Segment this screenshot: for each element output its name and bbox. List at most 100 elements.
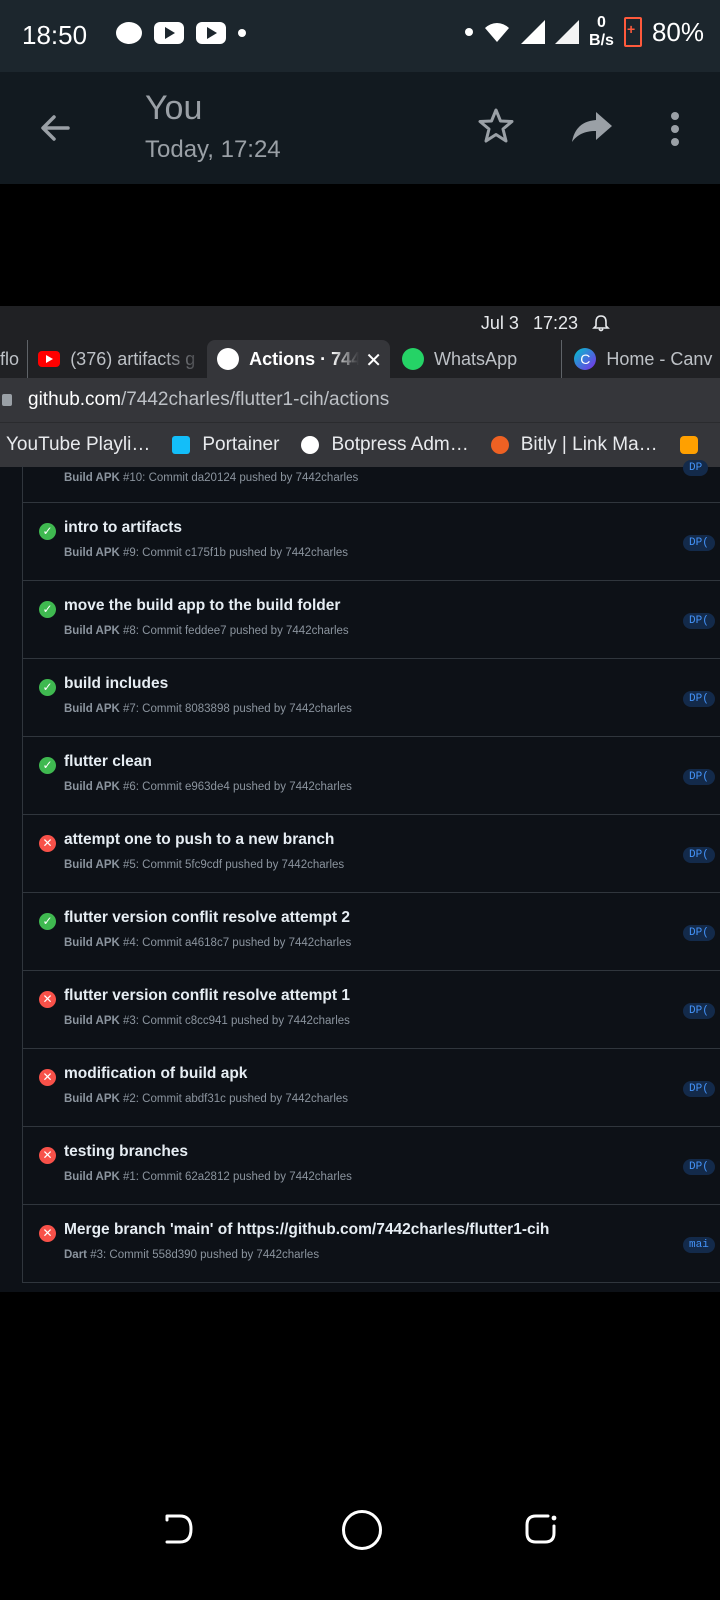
run-title[interactable]: testing branches [64,1143,188,1161]
status-bar: 18:50 0 B/s 80% [0,0,720,72]
run-meta-text: #10: Commit da20124 pushed by 7442charle… [119,472,359,484]
workflow-run-row[interactable]: ✓ flutter clean Build APK #6: Commit e963d… [23,737,720,815]
run-title[interactable]: intro to artifacts [64,519,182,537]
run-meta: Build APK #1: Commit 62a2812 pushed by 7… [64,1171,352,1183]
workflow-run-row[interactable]: ✓ move the build app to the build folder B… [23,581,720,659]
branch-badge[interactable]: DP( [683,613,715,629]
run-title[interactable]: flutter version conflit resolve attempt … [64,987,350,1005]
branch-badge[interactable]: DP( [683,925,715,941]
system-icons: 0 B/s 80% [465,14,704,50]
workflow-run-row[interactable]: ✕ flutter version conflit resolve attempt… [23,971,720,1049]
run-title[interactable]: flutter clean [64,753,152,771]
run-title[interactable]: move the build app to the build folder [64,597,340,615]
workflow-run-row[interactable]: ✕ attempt one to push to a new branch Buil… [23,815,720,893]
star-icon[interactable] [476,106,516,146]
workflow-run-row[interactable]: ✕ modification of build apk Build APK #2: … [23,1049,720,1127]
workflow-run-row[interactable]: Build APK #10: Commit da20124 pushed by … [23,460,720,503]
run-meta: Dart #3: Commit 558d390 pushed by 7442ch… [64,1249,319,1261]
more-options-icon[interactable] [666,108,684,148]
youtube-icon [196,22,226,44]
bitly-icon [490,436,509,454]
run-workflow: Build APK [64,1093,120,1105]
sender-name: You [145,89,203,127]
bookmark-botpress[interactable]: Botpress Adm… [301,434,469,456]
branch-badge[interactable]: DP( [683,535,715,551]
bookmark-label: YouTube Playli… [6,434,151,455]
github-icon [217,348,240,370]
sent-time: Today, 17:24 [145,136,281,163]
bookmark-bitly[interactable]: Bitly | Link Ma… [490,434,658,456]
botpress-icon [301,436,320,454]
run-meta-text: #1: Commit 62a2812 pushed by 7442charles [119,1171,352,1183]
run-title[interactable]: build includes [64,675,168,693]
run-meta: Build APK #7: Commit 8083898 pushed by 7… [64,703,352,715]
run-title[interactable]: flutter version conflit resolve attempt … [64,909,350,927]
branch-badge[interactable]: DP( [683,769,715,785]
run-workflow: Build APK [64,781,120,793]
bookmark-portainer[interactable]: Portainer [172,434,279,456]
alarm-bell-icon [592,315,610,332]
run-meta: Build APK #6: Commit e963de4 pushed by 7… [64,781,352,793]
net-speed-value: 0 [597,14,606,31]
workflow-runs-list: Build APK #10: Commit da20124 pushed by … [22,460,720,1283]
app-header: You Today, 17:24 [0,72,720,184]
back-arrow-icon[interactable] [36,108,76,148]
workflow-run-row[interactable]: ✕ testing branches Build APK #1: Commit 62… [23,1127,720,1205]
run-title[interactable]: attempt one to push to a new branch [64,831,334,849]
run-meta-text: #7: Commit 8083898 pushed by 7442charles [119,703,352,715]
run-title[interactable]: modification of build apk [64,1065,247,1083]
workflow-run-row[interactable]: ✕ Merge branch 'main' of https://github.c… [23,1205,720,1283]
branch-badge[interactable]: DP [683,460,709,476]
canva-icon: C [574,348,597,370]
workflow-run-row[interactable]: ✓ intro to artifacts Build APK #9: Commit … [23,503,720,581]
check-circle-icon: ✓ [39,913,56,930]
browser-tabs: flo (376) artifacts g Actions · 744 ✕ Wh… [0,340,720,378]
run-workflow: Build APK [64,472,120,484]
run-meta: Build APK #4: Commit a4618c7 pushed by 7… [64,937,351,949]
nav-recents-icon[interactable] [524,1512,558,1546]
tab-label: Home - Canv [606,348,713,369]
signal-icon-sim2 [555,20,580,44]
check-circle-icon: ✓ [39,601,56,618]
run-meta-text: #3: Commit c8cc941 pushed by 7442charles [119,1015,350,1027]
nav-home-icon[interactable] [342,1510,382,1550]
run-meta-text: #9: Commit c175f1b pushed by 7442charles [119,547,349,559]
desktop-date: Jul 3 [480,312,519,333]
tab-whatsapp[interactable]: WhatsApp [390,340,561,378]
branch-badge[interactable]: DP( [683,1081,715,1097]
desktop-time: 17:23 [532,312,578,333]
tab-youtube[interactable]: (376) artifacts g [27,340,207,378]
flame-icon [679,436,698,454]
youtube-icon [154,22,184,44]
tab-label: flo [0,348,20,369]
more-notifications-icon [238,29,246,37]
branch-badge[interactable]: mai [683,1237,715,1253]
branch-badge[interactable]: DP( [683,1003,715,1019]
run-meta-text: #4: Commit a4618c7 pushed by 7442charles [119,937,352,949]
workflow-run-row[interactable]: ✓ build includes Build APK #7: Commit 8083… [23,659,720,737]
signal-icon [521,20,546,44]
wifi-icon [485,23,510,42]
branch-badge[interactable]: DP( [683,1159,715,1175]
nav-back-icon[interactable] [164,1512,194,1546]
branch-badge[interactable]: DP( [683,691,715,707]
address-bar[interactable]: github.com/7442charles/flutter1-cih/acti… [0,378,720,422]
bookmark-youtube[interactable]: YouTube Playli… [6,434,150,456]
run-meta: Build APK #9: Commit c175f1b pushed by 7… [64,547,348,559]
share-icon[interactable] [570,108,614,146]
run-title[interactable]: Merge branch 'main' of https://github.co… [64,1221,549,1239]
workflow-run-row[interactable]: ✓ flutter version conflit resolve attempt… [23,893,720,971]
screenshot-image: Jul 3 17:23 flo (376) artifacts g Action… [0,306,720,1292]
run-workflow: Build APK [64,1171,120,1183]
net-speed-unit: B/s [589,32,614,49]
branch-badge[interactable]: DP( [683,847,715,863]
tab-github-actions[interactable]: Actions · 744 ✕ [207,340,391,378]
close-tab-icon[interactable]: ✕ [365,348,382,373]
bookmark-partial[interactable] [679,436,710,454]
notification-icons [116,22,246,44]
run-meta-text: #2: Commit abdf31c pushed by 7442charles [119,1093,349,1105]
run-meta: Build APK #3: Commit c8cc941 pushed by 7… [64,1015,350,1027]
tab-partial[interactable]: flo [0,340,27,378]
tab-canva[interactable]: C Home - Canv [561,340,720,378]
bookmark-label: Bitly | Link Ma… [520,434,658,455]
